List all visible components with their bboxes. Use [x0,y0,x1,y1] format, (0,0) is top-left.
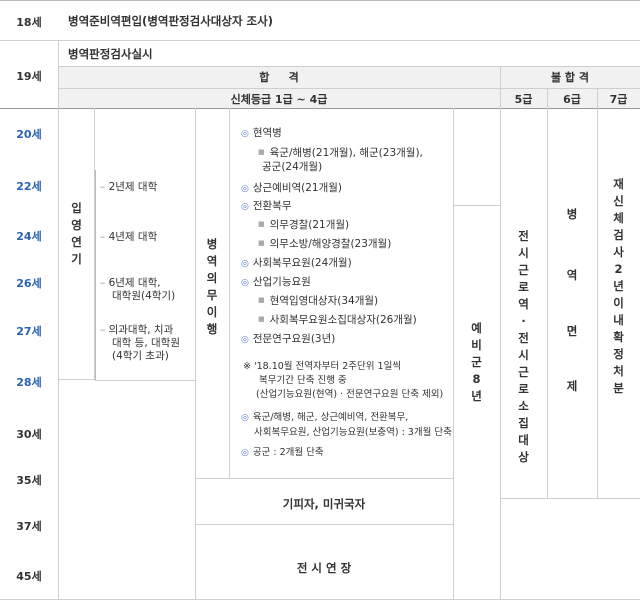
row-divider [195,478,453,479]
age-28: 28세 [16,376,42,389]
duty-conv-sub2: ■ 의무소방/해양경찰(23개월) [258,238,392,250]
reserve-top [453,205,500,206]
row18-text: 병역준비역편입(병역판정검사대상자 조사) [68,14,273,28]
note-army-reduction: ◎ 육군/해병, 해군, 상근예비역, 전환복무, [241,412,409,423]
age-19: 19세 [16,70,42,83]
age-18: 18세 [16,16,42,29]
enlist-delay-label: 입영연기 [71,201,82,266]
note-reduction-1: ※ '18.10월 전역자부터 2주단위 1일씩 [243,361,402,372]
grade5-header: 5급 [514,93,533,106]
grade-bottom [500,498,640,499]
age-45: 45세 [16,570,42,583]
duty-perform-label: 병역의무이행 [206,237,218,336]
age-20: 20세 [16,128,42,141]
exam-title: 병역판정검사실시 [68,47,153,61]
top-border [0,0,640,1]
note-reduction-3: (산업기능요원(현역) · 전문연구요원 단축 제외) [256,389,444,400]
school-medical: – 의과대학, 치과 대학 등, 대학원 (4학기 초과) [100,324,180,362]
evader-label: 기피자, 미귀국자 [282,497,366,511]
fail-header: 불 합 격 [550,71,590,84]
note-airforce-reduction: ◎ 공군 : 2개월 단축 [241,447,324,458]
row-divider [195,524,453,525]
col-divider [229,108,230,478]
exemption-4: 제 [566,379,578,393]
school-bottom [95,380,195,381]
col-divider [547,108,548,498]
grade-pass-header: 신체등급 1급 ~ 4급 [230,93,328,106]
school-6yr: – 6년제 대학, 대학원(4학기) [100,277,176,302]
duty-active: ◎ 현역병 [241,127,282,139]
age-30: 30세 [16,428,42,441]
age-26: 26세 [16,277,42,290]
duty-ind-sub1: ■ 현역입영대상자(34개월) [258,295,379,307]
duty-industrial: ◎ 산업기능요원 [241,276,311,288]
reserve-8yr-label: 예비군8년 [471,321,482,403]
duty-reserve: ◎ 상근예비역(21개월) [241,182,343,194]
school-bar [95,170,96,380]
school-4yr: – 4년제 대학 [100,231,158,243]
pass-header: 합 격 [259,71,299,84]
exemption-2: 역 [566,268,578,282]
wartime-extension-label: 전 시 연 장 [296,561,352,575]
duty-research: ◎ 전문연구요원(3년) [241,333,336,345]
exemption-3: 면 [566,324,578,338]
row-divider [0,40,640,41]
age-35: 35세 [16,474,42,487]
duty-active-sub2: 공군(24개월) [262,161,323,173]
note-army-reduction-2: 사회복무요원, 산업기능요원(보충역) : 3개월 단축 [254,427,452,438]
wartime-labor-label: 전 시 근 로 역 · 전 시 근 로 소 집 대 상 [518,229,529,464]
school-2yr: – 2년제 대학 [100,181,158,193]
row-divider [0,108,640,109]
duty-social: ◎ 사회복무요원(24개월) [241,257,352,269]
age-24: 24세 [16,230,42,243]
age-22: 22세 [16,180,42,193]
grade7-header: 7급 [609,93,628,106]
duty-active-sub1: ■ 육군/해병(21개월), 해군(23개월), [258,147,423,159]
reexam-label: 재신체검사2년이내확정처분 [613,177,624,395]
duty-conv-sub1: ■ 의무경찰(21개월) [258,219,350,231]
row-divider [58,66,640,67]
row-divider [58,88,640,89]
grade6-header: 6급 [563,93,581,106]
duty-ind-sub2: ■ 사회복무요원소집대상자(26개월) [258,314,417,326]
duty-conversion: ◎ 전환복무 [241,200,292,212]
note-reduction-2: 복무기간 단축 진행 중 [259,375,347,386]
age-37: 37세 [16,520,42,533]
age-27: 27세 [16,325,42,338]
exemption-1: 병 [566,207,578,221]
